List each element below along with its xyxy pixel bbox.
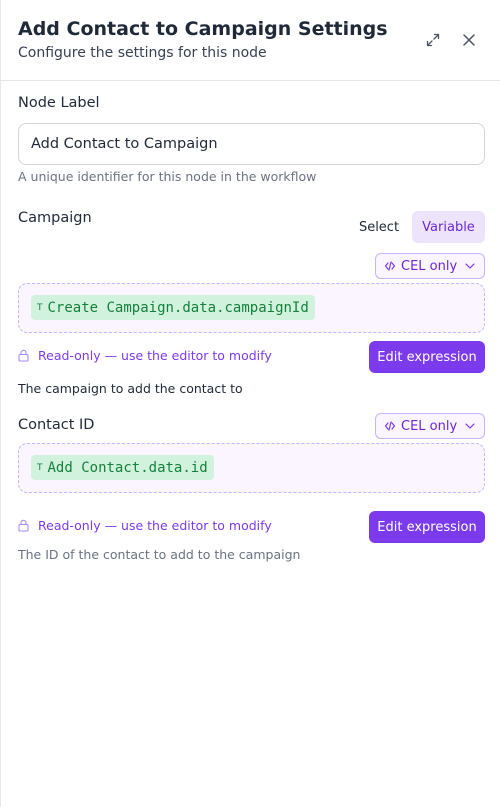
close-button[interactable] xyxy=(457,28,481,52)
type-text-icon: T xyxy=(37,302,43,313)
mode-variable-tab[interactable]: Variable xyxy=(412,211,485,243)
cel-only-label: CEL only xyxy=(401,418,458,434)
campaign-cel-dropdown[interactable]: CEL only xyxy=(375,253,485,279)
settings-panel: Add Contact to Campaign Settings Configu… xyxy=(0,0,500,807)
chevron-down-icon xyxy=(464,420,476,432)
type-text-icon: T xyxy=(37,462,43,473)
contact-id-edit-expression-button[interactable]: Edit expression xyxy=(369,511,485,543)
cel-only-label: CEL only xyxy=(401,258,458,274)
expression-text: Add Contact.data.id xyxy=(47,459,208,476)
lock-icon xyxy=(18,519,29,532)
contact-id-cel-dropdown[interactable]: CEL only xyxy=(375,413,485,439)
node-label-help: A unique identifier for this node in the… xyxy=(18,169,317,184)
expand-icon xyxy=(426,33,440,47)
campaign-edit-expression-button[interactable]: Edit expression xyxy=(369,341,485,373)
panel-title: Add Contact to Campaign Settings xyxy=(18,18,388,40)
campaign-readonly-note: Read-only — use the editor to modify xyxy=(18,348,272,363)
expression-chip: T Create Campaign.data.campaignId xyxy=(31,295,315,320)
code-icon xyxy=(384,420,396,432)
contact-id-readonly-note: Read-only — use the editor to modify xyxy=(18,518,272,533)
mode-select-tab[interactable]: Select xyxy=(349,211,409,243)
code-icon xyxy=(384,260,396,272)
contact-id-description: The ID of the contact to add to the camp… xyxy=(18,547,301,562)
contact-id-label: Contact ID xyxy=(18,417,95,433)
expand-button[interactable] xyxy=(421,28,445,52)
close-icon xyxy=(463,34,475,46)
panel-subtitle: Configure the settings for this node xyxy=(18,45,267,61)
panel-header: Add Contact to Campaign Settings Configu… xyxy=(1,0,500,81)
expression-text: Create Campaign.data.campaignId xyxy=(47,299,309,316)
lock-icon xyxy=(18,349,29,362)
node-label-heading: Node Label xyxy=(18,95,100,111)
readonly-text: Read-only — use the editor to modify xyxy=(38,348,272,363)
campaign-label: Campaign xyxy=(18,210,92,226)
campaign-expression-box: T Create Campaign.data.campaignId xyxy=(18,283,485,333)
readonly-text: Read-only — use the editor to modify xyxy=(38,518,272,533)
chevron-down-icon xyxy=(464,260,476,272)
campaign-description: The campaign to add the contact to xyxy=(18,381,243,396)
contact-id-expression-box: T Add Contact.data.id xyxy=(18,443,485,493)
expression-chip: T Add Contact.data.id xyxy=(31,455,214,480)
node-label-input[interactable] xyxy=(18,123,485,165)
